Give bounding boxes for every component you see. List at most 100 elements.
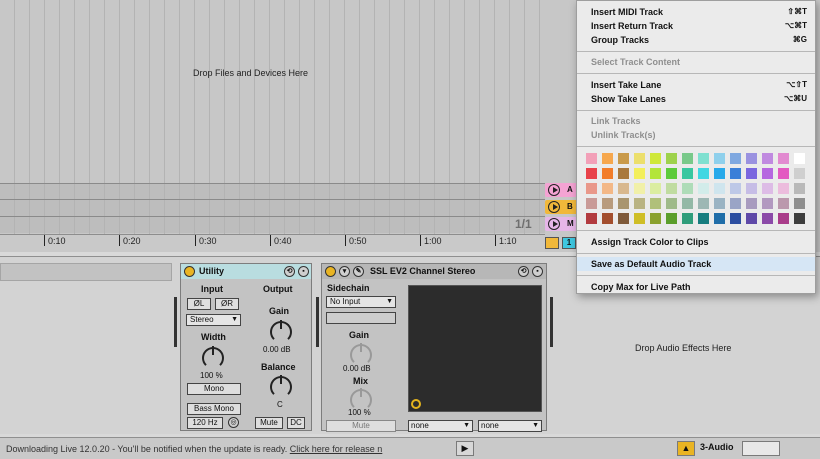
menu-unlink-tracks[interactable]: Unlink Track(s) <box>577 128 815 142</box>
color-swatch[interactable] <box>778 198 789 209</box>
plugin-display[interactable] <box>408 285 542 412</box>
color-swatch[interactable] <box>794 213 805 224</box>
hot-swap-icon[interactable]: ⟲ <box>284 266 295 277</box>
color-swatch[interactable] <box>794 183 805 194</box>
waveform-icon[interactable] <box>545 237 559 249</box>
phase-right-button[interactable]: ØR <box>215 298 239 310</box>
device-grip[interactable] <box>316 297 319 347</box>
menu-select-track-content[interactable]: Select Track Content <box>577 55 815 69</box>
color-swatch[interactable] <box>794 168 805 179</box>
save-preset-icon[interactable]: ▪ <box>532 266 543 277</box>
balance-knob[interactable] <box>270 375 292 398</box>
color-swatch[interactable] <box>778 183 789 194</box>
time-ruler[interactable]: 0:10 0:20 0:30 0:40 0:50 1:00 1:10 <box>0 234 545 252</box>
color-swatch[interactable] <box>762 168 773 179</box>
color-swatch[interactable] <box>618 168 629 179</box>
color-swatch[interactable] <box>618 183 629 194</box>
color-swatch[interactable] <box>762 198 773 209</box>
warning-icon[interactable]: ▲ <box>677 441 695 456</box>
color-swatch[interactable] <box>586 213 597 224</box>
color-swatch[interactable] <box>778 153 789 164</box>
color-swatch[interactable] <box>602 213 613 224</box>
color-swatch[interactable] <box>698 183 709 194</box>
color-swatch[interactable] <box>634 198 645 209</box>
color-swatch[interactable] <box>714 183 725 194</box>
clip-launch-icon[interactable] <box>548 218 560 230</box>
menu-insert-return-track[interactable]: Insert Return Track ⌥⌘T <box>577 19 815 33</box>
color-swatch[interactable] <box>778 168 789 179</box>
color-swatch[interactable] <box>634 213 645 224</box>
track-header-b[interactable]: B <box>545 200 580 214</box>
view-toggle[interactable] <box>742 441 780 456</box>
sidechain-slot[interactable] <box>326 312 396 324</box>
color-swatch[interactable] <box>650 213 661 224</box>
color-swatch[interactable] <box>666 213 677 224</box>
color-swatch[interactable] <box>602 183 613 194</box>
color-swatch[interactable] <box>714 198 725 209</box>
color-swatch[interactable] <box>714 153 725 164</box>
track-header-a[interactable]: A <box>545 183 580 197</box>
color-swatch[interactable] <box>666 198 677 209</box>
color-swatch[interactable] <box>714 168 725 179</box>
color-swatch[interactable] <box>762 213 773 224</box>
menu-insert-take-lane[interactable]: Insert Take Lane ⌥⇧T <box>577 78 815 92</box>
color-swatch[interactable] <box>762 153 773 164</box>
color-swatch[interactable] <box>746 213 757 224</box>
color-swatch[interactable] <box>586 168 597 179</box>
color-swatch[interactable] <box>746 183 757 194</box>
save-preset-icon[interactable]: ▪ <box>298 266 309 277</box>
color-swatch[interactable] <box>650 198 661 209</box>
mute-button[interactable]: Mute <box>255 417 283 429</box>
phase-left-button[interactable]: ØL <box>187 298 211 310</box>
wrench-icon[interactable]: ✎ <box>353 266 364 277</box>
color-swatch[interactable] <box>730 213 741 224</box>
color-swatch[interactable] <box>650 168 661 179</box>
color-swatch[interactable] <box>762 183 773 194</box>
menu-insert-midi-track[interactable]: Insert MIDI Track ⇧⌘T <box>577 5 815 19</box>
master-track-header[interactable]: 1 <box>545 236 580 250</box>
dc-button[interactable]: DC <box>287 417 305 429</box>
release-notes-link[interactable]: Click here for release n <box>290 444 383 454</box>
color-swatch[interactable] <box>602 168 613 179</box>
color-swatch[interactable] <box>586 198 597 209</box>
color-swatch[interactable] <box>746 168 757 179</box>
color-swatch[interactable] <box>618 198 629 209</box>
color-swatch[interactable] <box>698 198 709 209</box>
color-swatch[interactable] <box>634 168 645 179</box>
menu-copy-max-path[interactable]: Copy Max for Live Path <box>577 280 815 294</box>
color-swatch[interactable] <box>746 198 757 209</box>
color-swatch[interactable] <box>778 213 789 224</box>
color-swatch[interactable] <box>666 183 677 194</box>
color-swatch[interactable] <box>682 168 693 179</box>
color-swatch[interactable] <box>794 153 805 164</box>
menu-save-default-audio-track[interactable]: Save as Default Audio Track <box>577 257 815 271</box>
clip-launch-icon[interactable] <box>548 201 560 213</box>
color-swatch[interactable] <box>730 153 741 164</box>
device-on-toggle[interactable] <box>325 266 336 277</box>
mono-button[interactable]: Mono <box>187 383 241 395</box>
track-header-m[interactable]: M <box>545 217 580 231</box>
clip-launch-icon[interactable] <box>548 184 560 196</box>
color-swatch[interactable] <box>666 153 677 164</box>
color-swatch[interactable] <box>746 153 757 164</box>
status-play-icon[interactable]: ▶ <box>456 441 474 456</box>
width-knob[interactable] <box>202 346 224 369</box>
output-none-field[interactable]: none <box>478 420 542 432</box>
menu-show-take-lanes[interactable]: Show Take Lanes ⌥⌘U <box>577 92 815 106</box>
color-swatch[interactable] <box>698 168 709 179</box>
color-swatch[interactable] <box>698 213 709 224</box>
color-swatch[interactable] <box>586 183 597 194</box>
ssl-gain-knob[interactable] <box>350 343 372 366</box>
ssl-mute-button[interactable]: Mute <box>326 420 396 432</box>
gain-knob[interactable] <box>270 320 292 343</box>
channel-mode-select[interactable]: Stereo <box>186 314 241 326</box>
menu-assign-track-color[interactable]: Assign Track Color to Clips <box>577 235 815 249</box>
color-swatch[interactable] <box>618 213 629 224</box>
color-swatch[interactable] <box>730 183 741 194</box>
color-swatch[interactable] <box>698 153 709 164</box>
ssl-title-bar[interactable]: ▾ ✎ SSL EV2 Channel Stereo ⟲ ▪ <box>322 264 546 279</box>
hot-swap-icon[interactable]: ⟲ <box>518 266 529 277</box>
color-swatch[interactable] <box>682 198 693 209</box>
master-track-number[interactable]: 1 <box>562 237 576 249</box>
bass-mono-frequency[interactable]: 120 Hz <box>187 417 223 429</box>
